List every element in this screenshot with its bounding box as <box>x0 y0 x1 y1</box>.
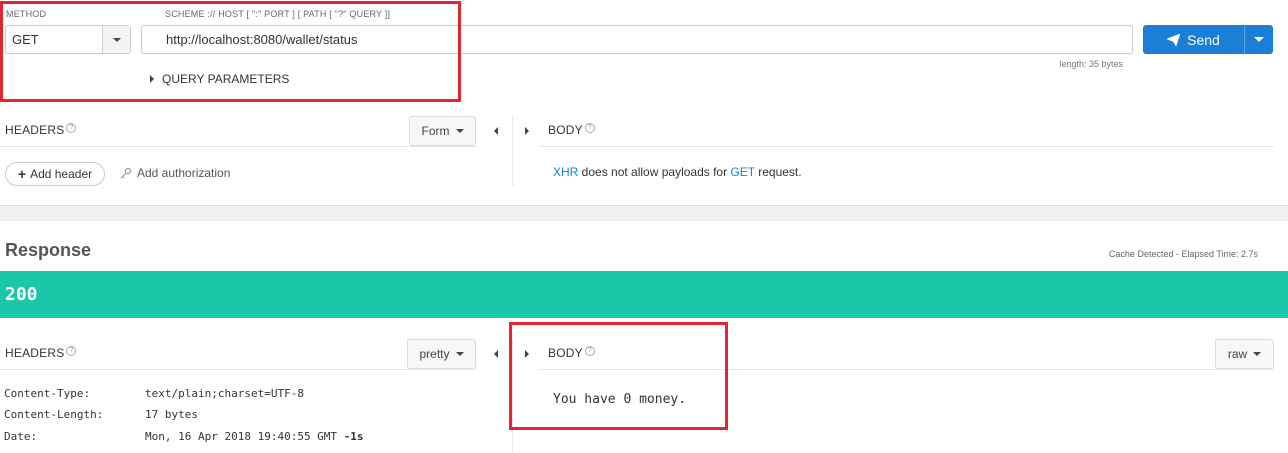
length-text: length: 35 bytes <box>1059 59 1123 69</box>
chevron-down-icon <box>455 352 464 356</box>
cache-elapsed-text: Cache Detected - Elapsed Time: 2.7s <box>1108 249 1258 259</box>
request-headers-label: HEADERS <box>5 123 65 137</box>
section-separator <box>0 205 1288 221</box>
add-header-label: Add header <box>30 167 93 181</box>
divider <box>0 369 477 370</box>
response-headers-format-dropdown[interactable]: pretty <box>407 339 476 369</box>
send-button[interactable]: Send <box>1143 25 1244 54</box>
response-headers-title: HEADERS? <box>5 346 77 360</box>
xhr-text: XHR <box>553 165 579 179</box>
collapse-left-icon[interactable] <box>494 350 498 358</box>
chevron-down-icon <box>455 129 464 133</box>
message-text: does not allow payloads for <box>578 165 731 179</box>
expand-right-icon[interactable] <box>525 127 529 135</box>
annotation-box-request <box>0 1 461 102</box>
add-authorization-label: Add authorization <box>137 166 231 180</box>
divider <box>540 146 1274 147</box>
annotation-box-body <box>509 322 728 430</box>
send-button-group: Send <box>1143 25 1273 54</box>
request-body-title: BODY? <box>548 123 595 137</box>
form-label: Form <box>421 124 450 138</box>
status-code: 200 <box>5 284 38 305</box>
request-headers-title: HEADERS? <box>5 123 77 137</box>
response-header-row: Content-Length: <box>4 408 103 421</box>
pretty-label: pretty <box>419 347 450 361</box>
header-name: Content-Length: <box>4 408 104 421</box>
help-icon[interactable]: ? <box>66 123 77 133</box>
date-value: Mon, 16 Apr 2018 19:40:55 GMT <box>145 430 338 443</box>
divider <box>0 146 477 147</box>
panel-divider <box>512 116 513 186</box>
headers-form-dropdown[interactable]: Form <box>409 116 476 146</box>
send-options-toggle[interactable] <box>1244 25 1273 54</box>
paper-plane-icon <box>1167 33 1181 46</box>
raw-label: raw <box>1227 347 1248 361</box>
key-icon <box>120 167 132 179</box>
response-headers-label: HEADERS <box>5 346 65 360</box>
help-icon[interactable]: ? <box>584 123 595 133</box>
header-name: Date: <box>4 430 38 443</box>
request-body-label: BODY <box>548 123 583 137</box>
header-value: text/plain;charset=UTF-8 <box>145 387 304 400</box>
date-offset: -1s <box>343 430 364 443</box>
body-xhr-message: XHR does not allow payloads for GET requ… <box>553 165 802 179</box>
status-bar: 200 <box>0 271 1288 318</box>
response-title: Response <box>5 240 92 260</box>
add-header-button[interactable]: + Add header <box>5 162 105 186</box>
response-body-format-dropdown[interactable]: raw <box>1215 339 1274 369</box>
response-header-row: Date: <box>4 430 37 443</box>
collapse-left-icon[interactable] <box>494 127 498 135</box>
header-value: Mon, 16 Apr 2018 19:40:55 GMT -1s <box>145 430 364 443</box>
chevron-down-icon <box>1254 37 1264 42</box>
message-end-text: request. <box>754 165 802 179</box>
header-value: 17 bytes <box>145 408 198 421</box>
help-icon[interactable]: ? <box>66 346 77 356</box>
chevron-down-icon <box>1253 352 1262 356</box>
add-authorization-link[interactable]: Add authorization <box>120 166 230 180</box>
response-header-row: Content-Type: <box>4 387 90 400</box>
send-label: Send <box>1187 31 1220 48</box>
header-name: Content-Type: <box>4 387 91 400</box>
plus-icon: + <box>17 166 27 182</box>
get-text: GET <box>730 165 755 179</box>
